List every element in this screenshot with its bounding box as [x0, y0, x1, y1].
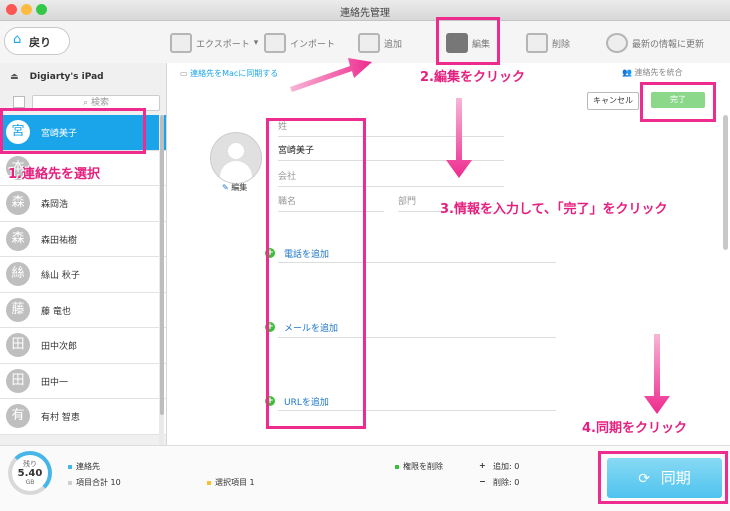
arrow-to-fields [446, 98, 472, 178]
arrow-to-edit [290, 58, 372, 92]
annotation-arrows [290, 58, 670, 414]
arrow-to-sync [644, 334, 670, 414]
